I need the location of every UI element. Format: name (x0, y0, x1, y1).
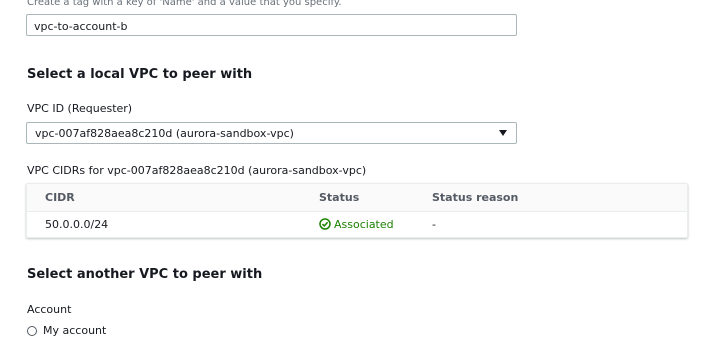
name-tag-hint: Create a tag with a key of 'Name' and a … (27, 0, 342, 8)
radio-my-account[interactable]: My account (27, 324, 106, 337)
column-header-status: Status (319, 191, 360, 204)
status-text: Associated (334, 218, 394, 231)
local-vpc-heading: Select a local VPC to peer with (27, 67, 253, 82)
vpc-id-label: VPC ID (Requester) (27, 102, 133, 115)
radio-my-account-label: My account (43, 324, 107, 337)
name-tag-field[interactable] (26, 14, 517, 37)
vpc-id-selected-value: vpc-007af828aea8c210d (aurora-sandbox-vp… (35, 127, 294, 140)
check-circle-icon (319, 218, 331, 230)
vpc-id-select[interactable]: vpc-007af828aea8c210d (aurora-sandbox-vp… (26, 122, 517, 144)
caret-down-icon (499, 130, 507, 136)
vpc-cidrs-label: VPC CIDRs for vpc-007af828aea8c210d (aur… (27, 164, 367, 177)
radio-circle-icon[interactable] (27, 325, 37, 336)
cidr-table-header: CIDR Status Status reason (27, 184, 687, 212)
cidr-cell: 50.0.0.0/24 (45, 218, 109, 231)
column-header-status-reason: Status reason (432, 191, 519, 204)
column-header-cidr: CIDR (45, 191, 75, 204)
another-vpc-heading: Select another VPC to peer with (27, 267, 263, 282)
cidr-table: CIDR Status Status reason 50.0.0.0/24 As… (26, 183, 688, 238)
status-reason-cell: - (432, 218, 436, 231)
status-cell: Associated (319, 218, 394, 231)
account-label: Account (27, 303, 72, 316)
name-tag-input[interactable] (27, 16, 516, 37)
